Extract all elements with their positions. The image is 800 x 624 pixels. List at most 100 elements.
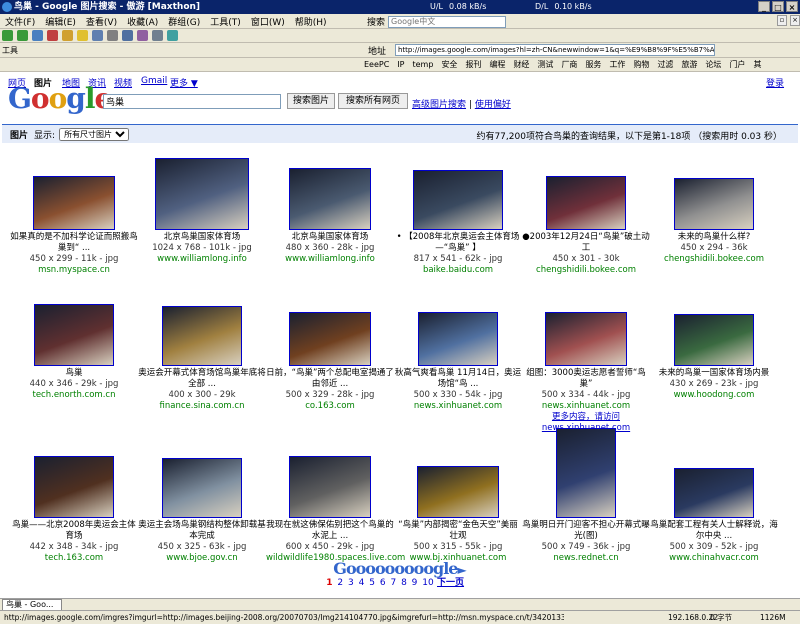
close-tab-icon[interactable]: × — [790, 15, 800, 26]
login-link[interactable]: 登录 — [766, 76, 784, 89]
link-shopping[interactable]: 购物 — [629, 59, 653, 70]
forward-icon[interactable] — [17, 30, 28, 41]
result-thumbnail[interactable] — [33, 176, 115, 230]
menu-groups[interactable]: 群组(G) — [163, 15, 205, 28]
link-vendors[interactable]: 厂商 — [557, 59, 581, 70]
link-temp[interactable]: temp — [409, 60, 438, 69]
mail-icon[interactable] — [122, 30, 133, 41]
result-caption[interactable]: 鸟巢明日开门迎客不担心开幕式曝光(图) — [522, 520, 650, 542]
search-web-button[interactable]: 搜索所有网页 — [338, 93, 408, 109]
result-thumbnail[interactable] — [34, 456, 114, 518]
history-icon[interactable] — [92, 30, 103, 41]
result-thumbnail[interactable] — [289, 456, 371, 518]
zoom-icon[interactable] — [167, 30, 178, 41]
address-input[interactable] — [395, 44, 715, 56]
page-10[interactable]: 10 — [422, 578, 433, 588]
link-newspapers[interactable]: 报刊 — [461, 59, 485, 70]
link-travel[interactable]: 旅游 — [677, 59, 701, 70]
result-thumbnail[interactable] — [34, 304, 114, 366]
result-caption[interactable]: 组图：3000奥运志愿者誓师“鸟巢” — [522, 368, 650, 390]
page-4[interactable]: 4 — [359, 578, 365, 588]
next-page-link[interactable]: 下一页 — [437, 575, 464, 588]
menu-file[interactable]: 文件(F) — [0, 15, 40, 28]
result-caption[interactable]: • 【2008年北京奥运会主体育场—“鸟巢” 】 — [394, 232, 522, 254]
google-logo[interactable]: Google — [8, 82, 112, 115]
link-eeepc[interactable]: EeePC — [360, 60, 393, 69]
result-caption[interactable]: 北京鸟巢国家体育场 — [138, 232, 266, 243]
result-thumbnail[interactable] — [418, 312, 498, 366]
result-thumbnail[interactable] — [289, 168, 371, 230]
result-thumbnail[interactable] — [545, 312, 627, 366]
link-work[interactable]: 工作 — [605, 59, 629, 70]
menu-favorites[interactable]: 收藏(A) — [122, 15, 163, 28]
result-caption[interactable]: 北京鸟巢国家体育场 — [266, 232, 394, 243]
refresh-icon[interactable] — [32, 30, 43, 41]
search-images-button[interactable]: 搜索图片 — [287, 93, 335, 109]
menu-window[interactable]: 窗口(W) — [246, 15, 290, 28]
page-3[interactable]: 3 — [348, 578, 354, 588]
minimize-button[interactable]: _ — [758, 1, 770, 12]
result-caption[interactable]: ●2003年12月24日“鸟巢”破土动工 — [522, 232, 650, 254]
result-caption[interactable]: 我现在就这佛保佑别把这个鸟巢的水泥上 ... — [266, 520, 394, 542]
result-thumbnail[interactable] — [155, 158, 249, 230]
link-filter[interactable]: 过滤 — [653, 59, 677, 70]
result-caption[interactable]: 奥运主会场鸟巢钢结构整体卸载基本完成 — [138, 520, 266, 542]
result-thumbnail[interactable] — [162, 306, 242, 366]
result-caption[interactable]: 日前，“鸟巢”两个总配电室揭通了由邻近 ... — [266, 368, 394, 390]
result-thumbnail[interactable] — [674, 468, 754, 518]
link-ip[interactable]: IP — [393, 60, 408, 69]
result-caption[interactable]: 秋高气爽看鸟巢 11月14日，奥运场馆“鸟 ... — [394, 368, 522, 390]
more-link[interactable]: 更多内容，请访问 — [552, 412, 620, 422]
result-caption[interactable]: 鸟巢配套工程有关人士解释说，海尔中央 ... — [650, 520, 778, 542]
result-caption[interactable]: 鸟巢 — [10, 368, 138, 379]
nav-gmail[interactable]: Gmail — [141, 76, 167, 86]
result-caption[interactable]: 如果真的是不加科学论证而照搬鸟巢到“ ... — [10, 232, 138, 254]
link-programming[interactable]: 编程 — [485, 59, 509, 70]
result-thumbnail[interactable] — [417, 466, 499, 518]
size-select[interactable]: 所有尺寸图片 — [59, 127, 130, 141]
link-other[interactable]: 其 — [749, 59, 765, 70]
link-security[interactable]: 安全 — [437, 59, 461, 70]
menu-help[interactable]: 帮助(H) — [290, 15, 332, 28]
page-6[interactable]: 6 — [380, 578, 386, 588]
result-thumbnail[interactable] — [674, 314, 754, 366]
result-thumbnail[interactable] — [289, 312, 371, 366]
nav-video[interactable]: 视频 — [114, 76, 132, 89]
result-thumbnail[interactable] — [674, 178, 754, 230]
result-thumbnail[interactable] — [162, 458, 242, 518]
link-forum[interactable]: 论坛 — [701, 59, 725, 70]
menu-tools[interactable]: 工具(T) — [205, 15, 246, 28]
result-thumbnail[interactable] — [556, 428, 616, 518]
page-5[interactable]: 5 — [369, 578, 375, 588]
page-8[interactable]: 8 — [401, 578, 407, 588]
result-caption[interactable]: 鸟巢——北京2008年奥运会主体育场 — [10, 520, 138, 542]
tool-icon[interactable] — [137, 30, 148, 41]
result-caption[interactable]: “鸟巢”内部揭密“金色天空”美丽壮观 — [394, 520, 522, 542]
result-thumbnail[interactable] — [413, 170, 503, 230]
menu-view[interactable]: 查看(V) — [81, 15, 122, 28]
search-input[interactable] — [388, 15, 507, 28]
maximize-button[interactable]: □ — [772, 1, 784, 12]
result-thumbnail[interactable] — [546, 176, 626, 230]
link-finance[interactable]: 财经 — [509, 59, 533, 70]
link-portal[interactable]: 门户 — [725, 59, 749, 70]
home-icon[interactable] — [62, 30, 73, 41]
settings-icon[interactable] — [152, 30, 163, 41]
result-caption[interactable]: 未来的鸟巢一国家体育场内景 — [650, 368, 778, 379]
page-2[interactable]: 2 — [337, 578, 343, 588]
result-caption[interactable]: 奥运会开幕式体育场馆鸟巢年底将全部 ... — [138, 368, 266, 390]
close-button[interactable]: × — [786, 1, 798, 12]
back-icon[interactable] — [2, 30, 13, 41]
nav-more[interactable]: 更多 ▼ — [170, 76, 198, 89]
advanced-search-link[interactable]: 高级图片搜索 — [412, 100, 466, 110]
link-services[interactable]: 服务 — [581, 59, 605, 70]
link-test[interactable]: 测试 — [533, 59, 557, 70]
result-caption[interactable]: 未来的鸟巢什么样? — [650, 232, 778, 243]
menu-edit[interactable]: 编辑(E) — [40, 15, 81, 28]
query-input[interactable] — [103, 94, 281, 109]
preferences-link[interactable]: 使用偏好 — [475, 100, 511, 110]
favorites-icon[interactable] — [77, 30, 88, 41]
page-9[interactable]: 9 — [412, 578, 418, 588]
stop-icon[interactable] — [47, 30, 58, 41]
page-7[interactable]: 7 — [390, 578, 396, 588]
